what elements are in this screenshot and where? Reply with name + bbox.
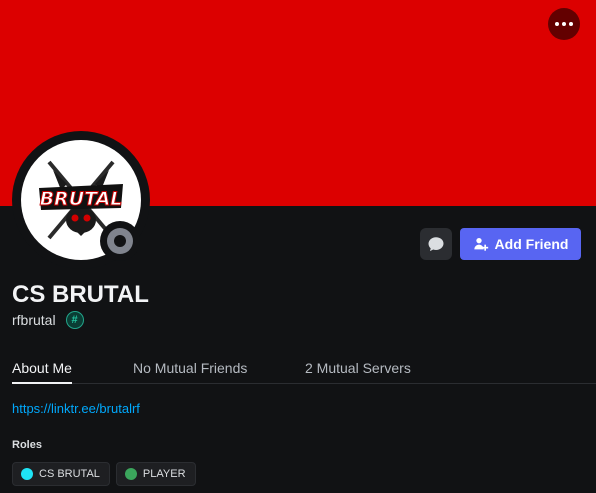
tab-mutual-servers[interactable]: 2 Mutual Servers xyxy=(305,360,411,384)
role-color-dot-icon xyxy=(21,468,33,480)
role-label: PLAYER xyxy=(142,468,186,480)
display-name: CS BRUTAL xyxy=(12,281,149,308)
add-friend-label: Add Friend xyxy=(494,236,569,252)
more-dots-icon xyxy=(555,22,559,26)
avatar-logo-text: BRUTAL xyxy=(40,188,123,210)
add-friend-button[interactable]: Add Friend xyxy=(460,228,581,260)
username-row: rfbrutal # xyxy=(12,311,84,329)
offline-status-icon xyxy=(107,228,133,254)
role-pill[interactable]: CS BRUTAL xyxy=(12,462,110,486)
more-dot xyxy=(562,22,566,26)
tab-about-me[interactable]: About Me xyxy=(12,360,72,384)
username: rfbrutal xyxy=(12,312,56,328)
hashtag-badge-icon[interactable]: # xyxy=(65,311,84,329)
tab-mutual-friends[interactable]: No Mutual Friends xyxy=(133,360,247,384)
role-pill[interactable]: PLAYER xyxy=(115,462,196,486)
profile-tabs: About Me No Mutual Friends 2 Mutual Serv… xyxy=(12,358,596,384)
about-link[interactable]: https://linktr.ee/brutalrf xyxy=(12,401,140,416)
add-friend-icon xyxy=(473,238,488,251)
role-color-dot-icon xyxy=(124,468,137,480)
message-button[interactable] xyxy=(420,228,452,260)
roles-list: CS BRUTAL PLAYER xyxy=(12,462,196,486)
more-dot xyxy=(569,22,573,26)
more-options-button[interactable] xyxy=(548,8,580,40)
roles-heading: Roles xyxy=(12,439,42,451)
chat-bubble-icon xyxy=(428,237,444,252)
status-indicator xyxy=(100,221,140,261)
role-label: CS BRUTAL xyxy=(39,468,100,480)
